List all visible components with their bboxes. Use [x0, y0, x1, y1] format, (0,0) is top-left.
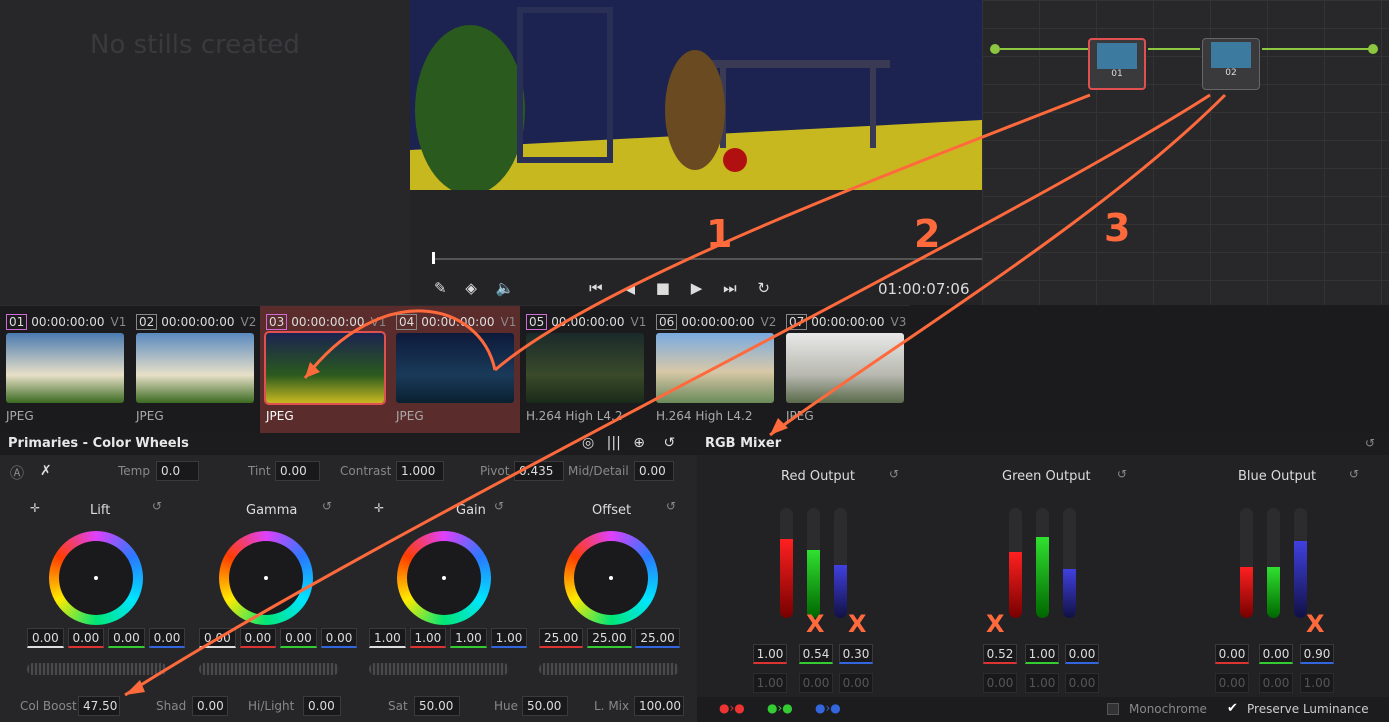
arrowhead: [770, 418, 788, 435]
wheel-center-dot[interactable]: [264, 576, 268, 580]
annotation-number-1: 1: [706, 212, 733, 256]
wheel-center-dot[interactable]: [442, 576, 446, 580]
annotation-arrow-1: [494, 93, 1091, 372]
annotation-x-4: X: [1306, 610, 1325, 638]
annotation-number-2: 2: [914, 212, 941, 256]
annotation-x-1: X: [806, 610, 825, 638]
annotation-arrow-2: [124, 93, 1211, 697]
annotation-arrow-1b: [303, 309, 497, 379]
annotation-arrow-3: [769, 93, 1227, 437]
annotation-number-3: 3: [1104, 206, 1131, 250]
wheel-center-dot[interactable]: [609, 576, 613, 580]
annotation-x-2: X: [848, 610, 867, 638]
annotation-x-3: X: [986, 610, 1005, 638]
arrowhead: [125, 680, 145, 695]
wheel-center-dot[interactable]: [94, 576, 98, 580]
annotation-overlay: [124, 93, 1227, 697]
